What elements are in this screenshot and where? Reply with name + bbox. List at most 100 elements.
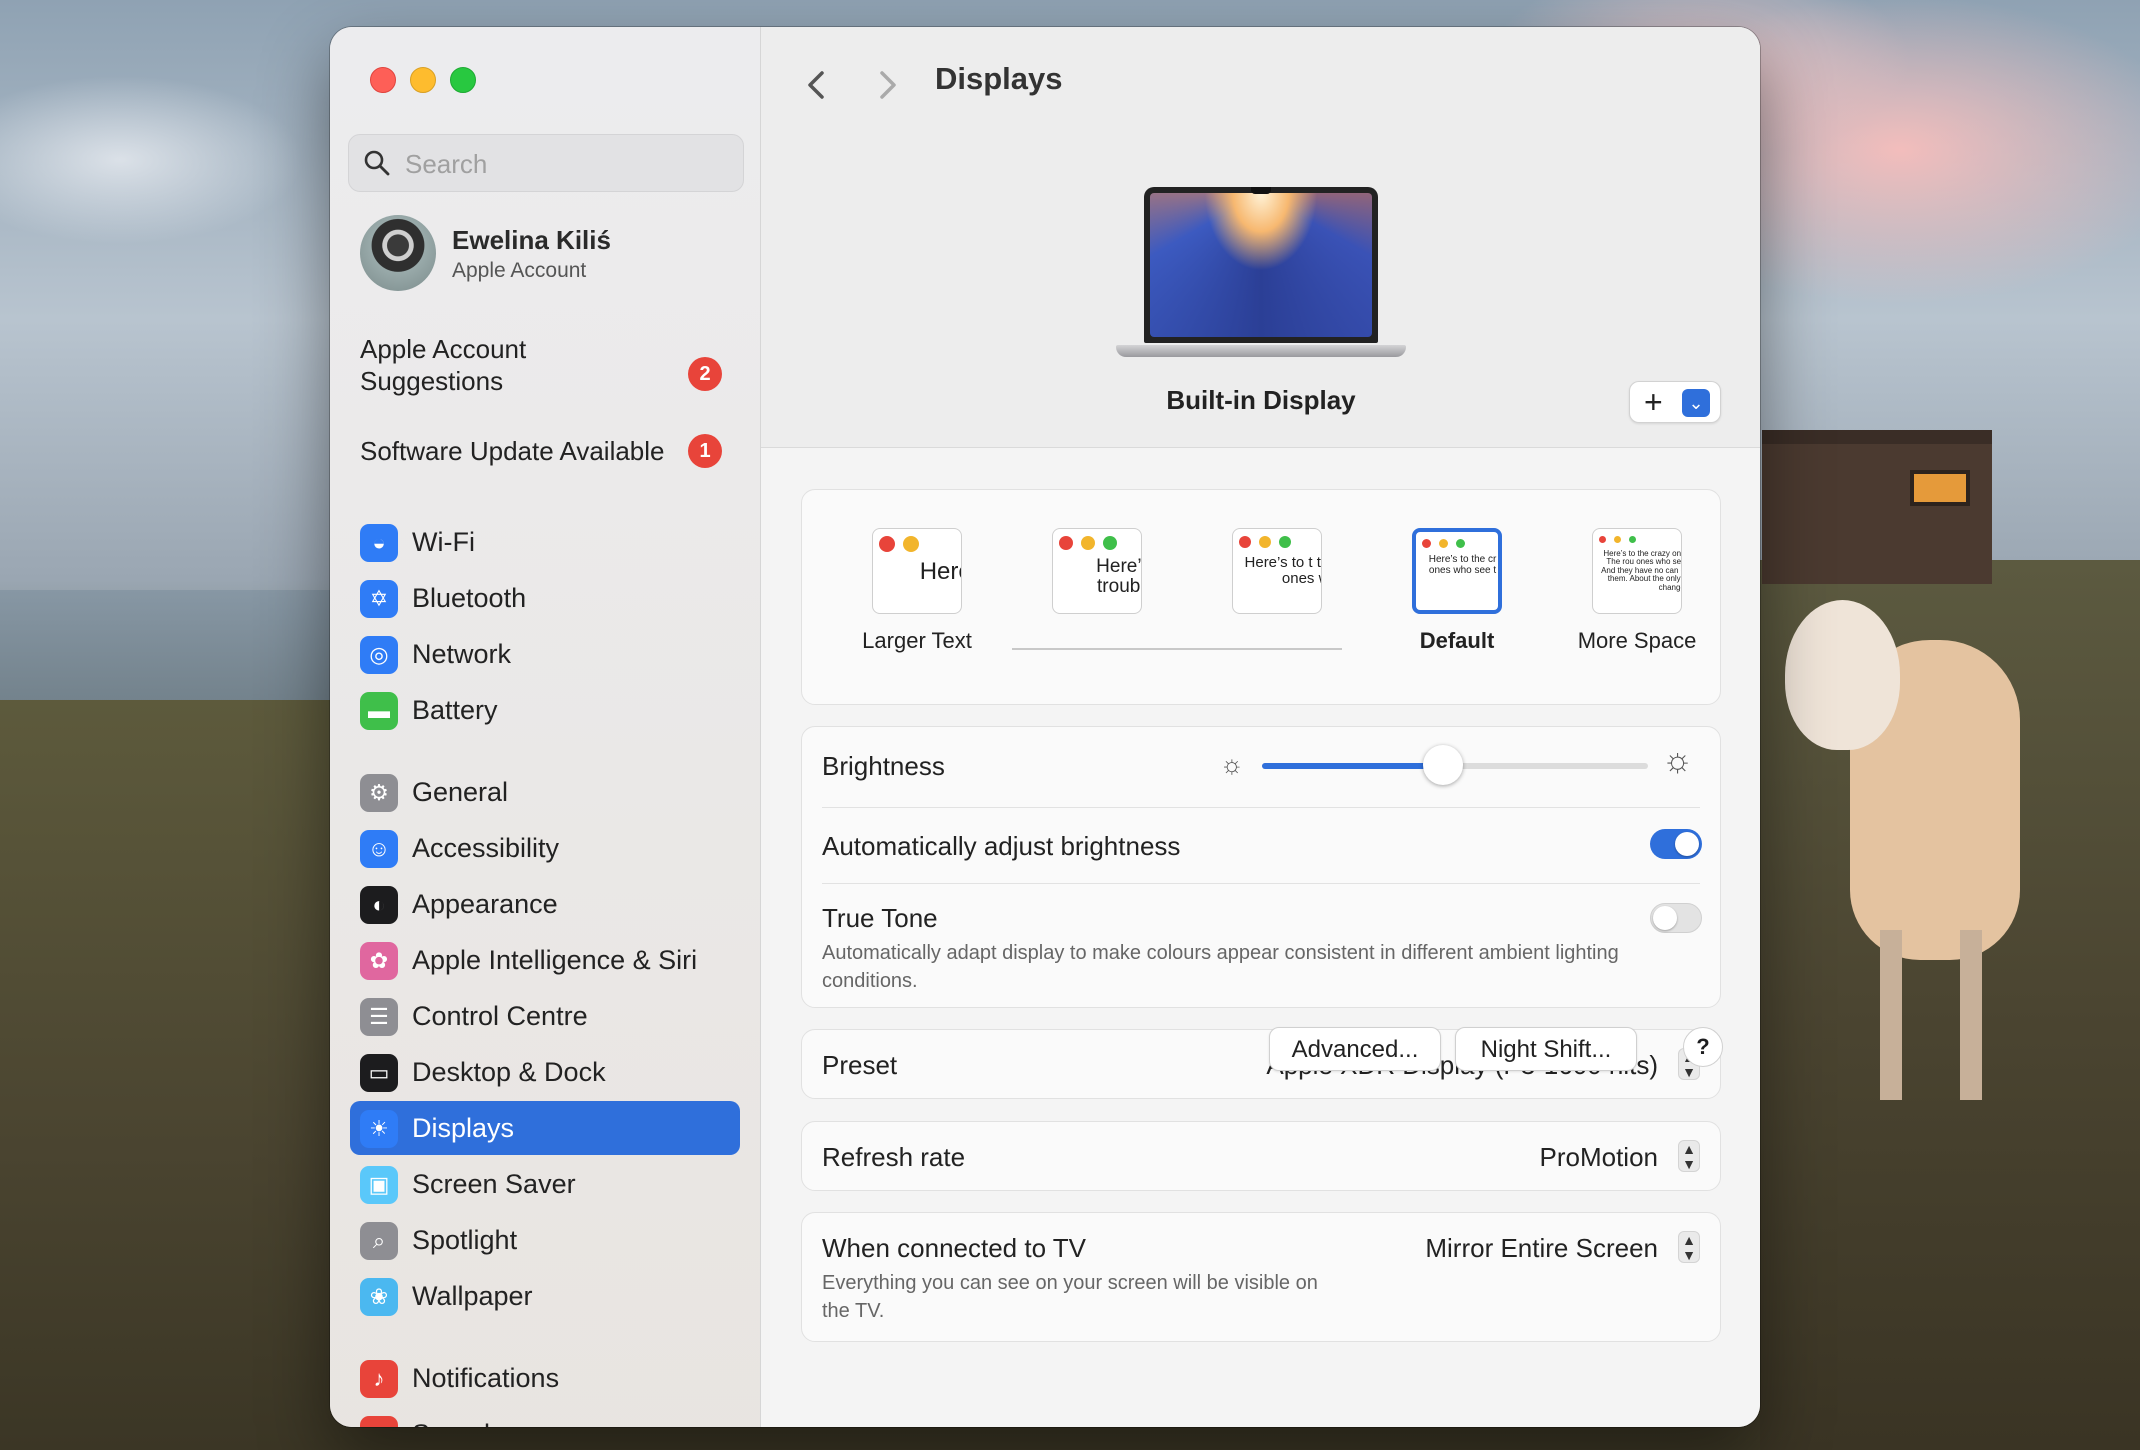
resolution-preview-text: Here's bbox=[919, 558, 961, 585]
close-window-button[interactable] bbox=[370, 67, 396, 93]
true-tone-toggle[interactable] bbox=[1650, 903, 1702, 933]
tv-label: When connected to TV bbox=[822, 1233, 1087, 1263]
sidebar-item-desktop-dock[interactable]: ▭ Desktop & Dock bbox=[350, 1045, 740, 1099]
sidebar-item-bluetooth[interactable]: ✡ Bluetooth bbox=[350, 571, 740, 625]
sidebar-item-screen-saver[interactable]: ▣ Screen Saver bbox=[350, 1157, 740, 1211]
dock-icon: ▭ bbox=[360, 1054, 398, 1092]
resolution-option[interactable]: Here’s to t troublema ones who bbox=[1192, 528, 1362, 656]
sidebar-item-label: Notifications bbox=[412, 1363, 560, 1393]
refresh-rate-label: Refresh rate bbox=[822, 1142, 966, 1172]
sidebar-item-label: Desktop & Dock bbox=[412, 1057, 606, 1087]
resolution-label: Larger Text bbox=[862, 628, 972, 653]
auto-brightness-toggle[interactable] bbox=[1650, 829, 1702, 859]
search-field[interactable] bbox=[348, 134, 744, 193]
sidebar-item-label: Control Centre bbox=[412, 1001, 588, 1031]
display-header: Displays Built-in Display + ⌄ bbox=[761, 27, 1760, 448]
sidebar-item-sound[interactable]: ♫ Sound bbox=[350, 1407, 740, 1427]
updown-chevron-icon[interactable]: ▲▼ bbox=[1678, 1231, 1700, 1263]
chevron-down-icon: ⌄ bbox=[1682, 389, 1710, 417]
brightness-card: Brightness ☼ ☼ Automatically adjust brig… bbox=[801, 726, 1721, 1008]
zoom-window-button[interactable] bbox=[450, 67, 476, 93]
resolution-option[interactable]: Here’s to the crazy ones troublemakers. … bbox=[1552, 528, 1722, 656]
sidebar-item-label: Apple Intelligence & Siri bbox=[412, 945, 698, 975]
background-hut bbox=[1762, 430, 1992, 584]
advanced-button[interactable]: Advanced... bbox=[1269, 1027, 1441, 1071]
resolution-option[interactable]: Here’s to troublem bbox=[1012, 528, 1182, 656]
speaker-icon: ♫ bbox=[360, 1416, 398, 1427]
night-shift-button[interactable]: Night Shift... bbox=[1455, 1027, 1637, 1071]
sidebar-item-wi-fi[interactable]: ◒ Wi-Fi bbox=[350, 515, 740, 569]
screen-saver-icon: ▣ bbox=[360, 1166, 398, 1204]
sidebar-item-apple-intelligence-siri[interactable]: ✿ Apple Intelligence & Siri bbox=[350, 933, 740, 987]
refresh-rate-row[interactable]: Refresh rate ProMotion ▲ ▼ bbox=[801, 1121, 1721, 1191]
page-title: Displays bbox=[935, 61, 1063, 96]
sidebar-item-spotlight[interactable]: ⌕ Spotlight bbox=[350, 1213, 740, 1267]
flower-icon: ❀ bbox=[360, 1278, 398, 1316]
account-subtitle: Apple Account bbox=[452, 259, 587, 282]
battery-icon: ▬ bbox=[360, 692, 398, 730]
sidebar-item-general[interactable]: ⚙ General bbox=[350, 765, 740, 819]
resolution-label: Default bbox=[1419, 628, 1495, 653]
forward-arrow-icon[interactable] bbox=[867, 65, 907, 105]
sidebar-item-notifications[interactable]: ♪ Notifications bbox=[350, 1351, 740, 1405]
background-sheep-leg bbox=[1960, 930, 1982, 1100]
resolution-preview: Here’s to troublem bbox=[1052, 528, 1142, 614]
display-laptop-icon[interactable] bbox=[1116, 187, 1406, 387]
updown-chevron-icon[interactable]: ▲▼ bbox=[1678, 1140, 1700, 1172]
resolution-preview-text: Here’s to the crazy ones troublemakers. … bbox=[1601, 549, 1682, 592]
sidebar-item-network[interactable]: ◎ Network bbox=[350, 627, 740, 681]
brightness-slider-knob[interactable] bbox=[1423, 745, 1464, 785]
toggle-knob bbox=[1675, 832, 1699, 856]
account-profile[interactable]: Ewelina Kiliś Apple Account bbox=[360, 215, 740, 295]
siri-icon: ✿ bbox=[360, 942, 398, 980]
true-tone-description: Automatically adapt display to make colo… bbox=[822, 942, 1619, 992]
resolution-preview-text: Here’s to t troublema ones who bbox=[1244, 554, 1321, 587]
auto-brightness-label: Automatically adjust brightness bbox=[822, 831, 1181, 861]
sidebar-item-label: Displays bbox=[412, 1113, 515, 1143]
plus-icon: + bbox=[1644, 384, 1663, 420]
preset-label: Preset bbox=[822, 1050, 898, 1080]
back-arrow-icon[interactable] bbox=[797, 65, 837, 105]
resolution-option[interactable]: Here's Larger Text bbox=[832, 528, 1002, 656]
sidebar-item-label: Bluetooth bbox=[412, 583, 527, 613]
minimize-window-button[interactable] bbox=[410, 67, 436, 93]
resolution-card: Here's Larger Text Here’s to troublem Here’… bbox=[801, 489, 1721, 705]
tv-value[interactable]: Mirror Entire Screen bbox=[1425, 1233, 1658, 1264]
software-update-item[interactable]: Software Update Available bbox=[360, 435, 730, 467]
resolution-preview: Here’s to the cr troublemakers. ones who… bbox=[1412, 528, 1502, 614]
sidebar-item-accessibility[interactable]: ☺ Accessibility bbox=[350, 821, 740, 875]
tv-row[interactable]: When connected to TV Everything you can … bbox=[801, 1212, 1721, 1342]
sidebar-item-appearance[interactable]: ◐ Appearance bbox=[350, 877, 740, 931]
resolution-preview: Here’s to t troublema ones who bbox=[1232, 528, 1322, 614]
avatar bbox=[360, 215, 436, 291]
sidebar-item-wallpaper[interactable]: ❀ Wallpaper bbox=[350, 1269, 740, 1323]
resolution-label: More Space bbox=[1577, 628, 1697, 653]
brightness-slider[interactable] bbox=[1262, 745, 1648, 785]
sidebar-item-control-centre[interactable]: ☰ Control Centre bbox=[350, 989, 740, 1043]
bluetooth-icon: ✡ bbox=[360, 580, 398, 618]
sidebar-item-label: Sound bbox=[412, 1407, 490, 1427]
account-name: Ewelina Kiliś bbox=[452, 225, 611, 255]
true-tone-label: True Tone bbox=[822, 903, 938, 933]
settings-window: Ewelina Kiliś Apple Account Apple Accoun… bbox=[330, 27, 1760, 1427]
bell-icon: ♪ bbox=[360, 1360, 398, 1398]
help-button[interactable]: ? bbox=[1683, 1027, 1723, 1067]
notification-badge: 2 bbox=[688, 357, 722, 391]
brightness-slider-fill bbox=[1262, 763, 1444, 769]
apple-account-suggestions-item[interactable]: Apple Account Suggestions bbox=[360, 333, 660, 397]
background-sheep-head bbox=[1785, 600, 1900, 750]
sidebar-item-displays[interactable]: ☀ Displays bbox=[350, 1101, 740, 1155]
search-input[interactable] bbox=[403, 135, 727, 193]
sidebar-item-battery[interactable]: ▬ Battery bbox=[350, 683, 740, 737]
refresh-rate-value[interactable]: ProMotion bbox=[1540, 1142, 1659, 1173]
search-icon bbox=[364, 150, 390, 176]
brightness-high-icon: ☼ bbox=[1662, 741, 1694, 779]
add-display-button[interactable]: + ⌄ bbox=[1629, 381, 1721, 423]
background-grass-left bbox=[0, 700, 340, 1450]
accessibility-icon: ☺ bbox=[360, 830, 398, 868]
magnifier-icon: ⌕ bbox=[360, 1222, 398, 1260]
sidebar-item-label: Battery bbox=[412, 695, 498, 725]
resolution-option[interactable]: Here’s to the cr troublemakers. ones who… bbox=[1372, 528, 1542, 656]
sidebar-item-label: Wi-Fi bbox=[412, 527, 475, 557]
sidebar-item-label: Accessibility bbox=[412, 833, 560, 863]
